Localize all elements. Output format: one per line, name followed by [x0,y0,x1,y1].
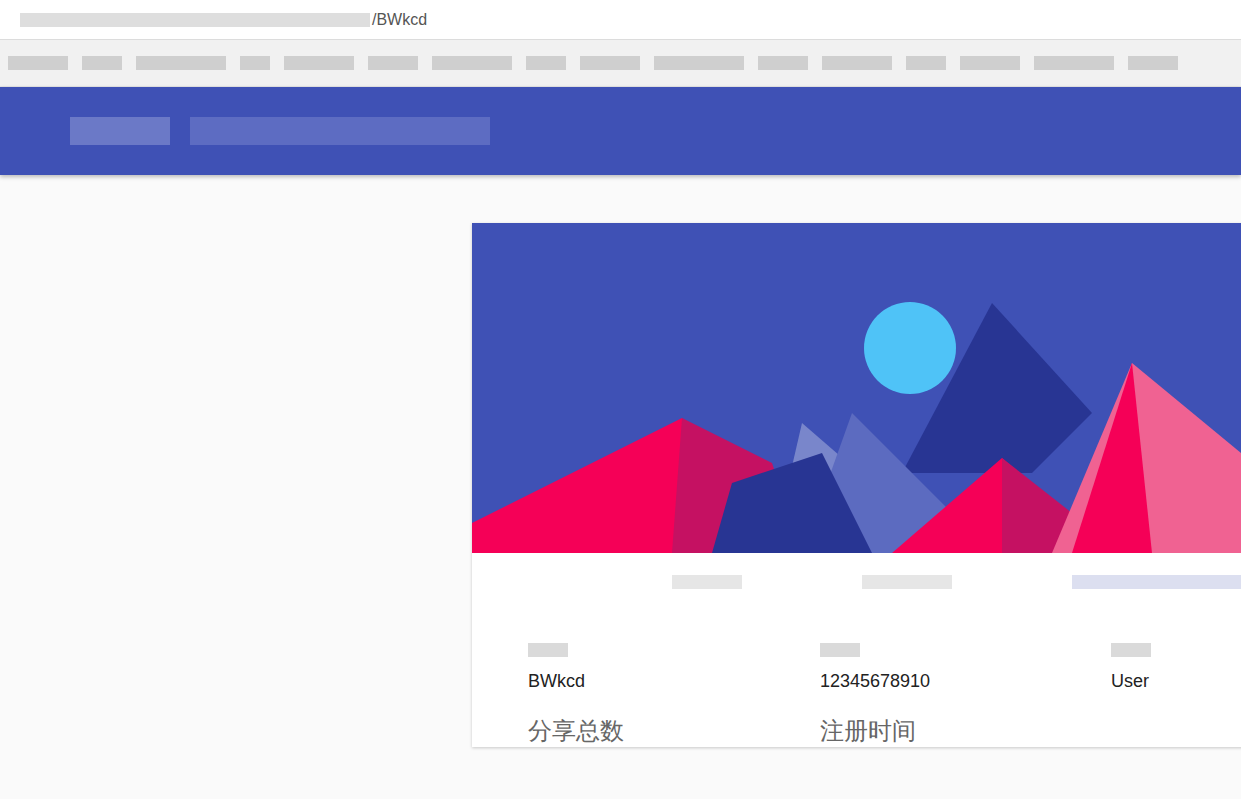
profile-fields: BWkcd 12345678910 User [472,643,1241,693]
blurred-label [1111,643,1151,657]
address-bar[interactable]: /BWkcd [0,0,1241,40]
blurred-bookmark[interactable] [906,56,946,70]
blurred-bookmark[interactable] [580,56,640,70]
blurred-bookmark[interactable] [960,56,1020,70]
blurred-address [20,13,370,27]
blurred-bookmark[interactable] [758,56,808,70]
browser-window: /BWkcd BWkcd 12345678910 User 分享总数注册时间 [0,0,1241,799]
blurred-bookmark[interactable] [526,56,566,70]
profile-stats: 分享总数注册时间 [472,693,1241,747]
blurred-bookmark[interactable] [136,56,226,70]
profile-card: BWkcd 12345678910 User 分享总数注册时间 [472,223,1241,747]
profile-field: 12345678910 [820,643,1111,693]
stat-label: 分享总数 [528,715,820,747]
blurred-bookmark[interactable] [284,56,354,70]
banner-image [472,223,1241,553]
address-text[interactable]: /BWkcd [372,11,427,29]
blurred-bookmark[interactable] [82,56,122,70]
blurred-title [190,117,490,145]
app-bar [0,87,1241,175]
blurred-bookmark[interactable] [1034,56,1114,70]
blurred-bookmark[interactable] [432,56,512,70]
blurred-bookmark[interactable] [240,56,270,70]
blurred-bookmark[interactable] [1128,56,1178,70]
stat-label: 注册时间 [820,715,1111,747]
main-area: BWkcd 12345678910 User 分享总数注册时间 [0,175,1241,799]
profile-field: User [1111,643,1241,693]
field-value: 12345678910 [820,669,1111,693]
blurred-bookmark[interactable] [654,56,744,70]
field-value: User [1111,669,1241,693]
blurred-bookmark[interactable] [368,56,418,70]
profile-field: BWkcd [528,643,820,693]
blurred-label [820,643,860,657]
bookmarks-bar [0,40,1241,87]
blurred-text [862,575,952,589]
blurred-title [70,117,170,145]
blurred-label [528,643,568,657]
blurred-header [472,553,1241,643]
blurred-bookmark[interactable] [822,56,892,70]
blurred-text [672,575,742,589]
blurred-bookmark[interactable] [8,56,68,70]
blurred-text [1072,575,1241,589]
field-value: BWkcd [528,669,820,693]
